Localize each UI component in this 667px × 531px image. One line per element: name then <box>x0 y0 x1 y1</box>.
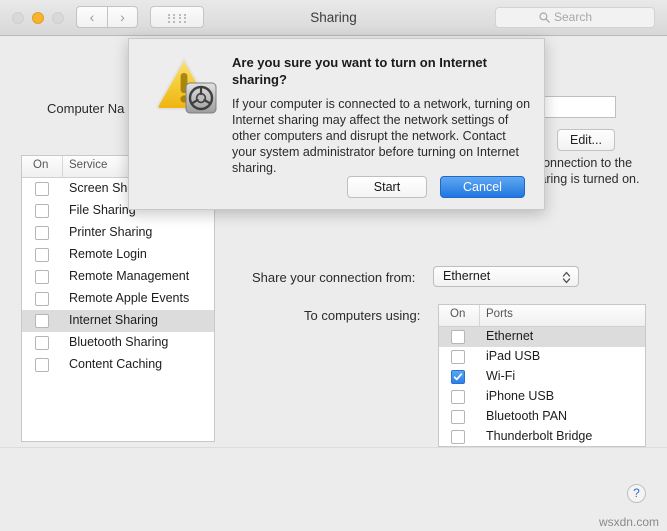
list-item-ethernet[interactable]: Ethernet <box>439 327 645 347</box>
list-item[interactable]: iPhone USB <box>439 387 645 407</box>
column-divider <box>479 305 480 326</box>
port-checkbox[interactable] <box>451 430 465 444</box>
list-item-internet-sharing[interactable]: Internet Sharing <box>22 310 214 332</box>
service-label: Remote Management <box>69 269 190 283</box>
service-label: Remote Apple Events <box>69 291 190 305</box>
warning-triangle-icon <box>154 53 218 117</box>
watermark: wsxdn.com <box>598 515 659 529</box>
column-divider <box>62 156 63 177</box>
dialog-title: Are you sure you want to turn on Interne… <box>232 55 487 87</box>
ports-column-on: On <box>450 308 466 320</box>
service-checkbox[interactable] <box>35 336 49 350</box>
list-item[interactable]: Content Caching <box>22 354 214 376</box>
list-item[interactable]: Remote Login <box>22 244 214 266</box>
port-label: iPad USB <box>486 349 541 363</box>
service-checkbox[interactable] <box>35 226 49 240</box>
dialog-button-row: Start Cancel <box>129 176 546 206</box>
port-label: Bluetooth PAN <box>486 409 568 423</box>
share-from-dropdown[interactable]: Ethernet <box>433 266 579 287</box>
confirmation-dialog: Are you sure you want to turn on Interne… <box>128 38 545 210</box>
search-input[interactable]: Search <box>495 7 655 28</box>
port-checkbox[interactable] <box>451 350 465 364</box>
list-item[interactable]: Remote Management <box>22 266 214 288</box>
service-label: File Sharing <box>69 203 136 217</box>
service-checkbox[interactable] <box>35 314 49 328</box>
service-checkbox[interactable] <box>35 182 49 196</box>
list-item[interactable]: Remote Apple Events <box>22 288 214 310</box>
ports-list[interactable]: On Ports Ethernet iPad USB Wi-Fi iPhone … <box>438 304 646 447</box>
service-checkbox[interactable] <box>35 204 49 218</box>
list-item[interactable]: Printer Sharing <box>22 222 214 244</box>
services-column-service: Service <box>69 159 108 171</box>
to-computers-label: To computers using: <box>304 308 421 323</box>
service-checkbox[interactable] <box>35 270 49 284</box>
ports-list-header: On Ports <box>439 305 645 327</box>
edit-button[interactable]: Edit... <box>557 129 615 151</box>
list-item[interactable]: Bluetooth PAN <box>439 407 645 427</box>
port-checkbox-checked[interactable] <box>451 370 465 384</box>
search-placeholder: Search <box>554 10 593 24</box>
port-label: iPhone USB <box>486 389 555 403</box>
list-item-wifi[interactable]: Wi-Fi <box>439 367 645 387</box>
port-checkbox[interactable] <box>451 390 465 404</box>
services-column-on: On <box>33 159 49 171</box>
port-label: Thunderbolt Bridge <box>486 429 593 443</box>
cancel-button[interactable]: Cancel <box>440 176 525 198</box>
service-label: Printer Sharing <box>69 225 153 239</box>
search-icon <box>539 12 550 23</box>
port-label: Wi-Fi <box>486 369 516 383</box>
sharing-preferences-window: ‹ › Sharing Search Computer Na Edit... O… <box>0 0 667 531</box>
service-label: Internet Sharing <box>69 313 158 327</box>
start-button[interactable]: Start <box>347 176 427 198</box>
port-checkbox[interactable] <box>451 410 465 424</box>
service-label: Content Caching <box>69 357 163 371</box>
port-label: Ethernet <box>486 329 534 343</box>
service-label: Bluetooth Sharing <box>69 335 169 349</box>
list-item[interactable]: Bluetooth Sharing <box>22 332 214 354</box>
port-checkbox[interactable] <box>451 330 465 344</box>
list-item[interactable]: iPad USB <box>439 347 645 367</box>
service-label: Remote Login <box>69 247 147 261</box>
help-button[interactable]: ? <box>627 484 646 503</box>
share-from-value: Ethernet <box>443 269 491 283</box>
service-checkbox[interactable] <box>35 292 49 306</box>
service-checkbox[interactable] <box>35 248 49 262</box>
window-footer <box>0 447 667 531</box>
share-from-label: Share your connection from: <box>252 270 416 285</box>
dialog-message: If your computer is connected to a netwo… <box>232 97 531 175</box>
service-checkbox[interactable] <box>35 358 49 372</box>
ports-column-ports: Ports <box>486 308 513 320</box>
computer-name-label: Computer Na <box>47 101 125 116</box>
window-titlebar: ‹ › Sharing Search <box>0 0 667 36</box>
chevron-updown-icon <box>562 269 571 286</box>
list-item[interactable]: Thunderbolt Bridge <box>439 427 645 447</box>
